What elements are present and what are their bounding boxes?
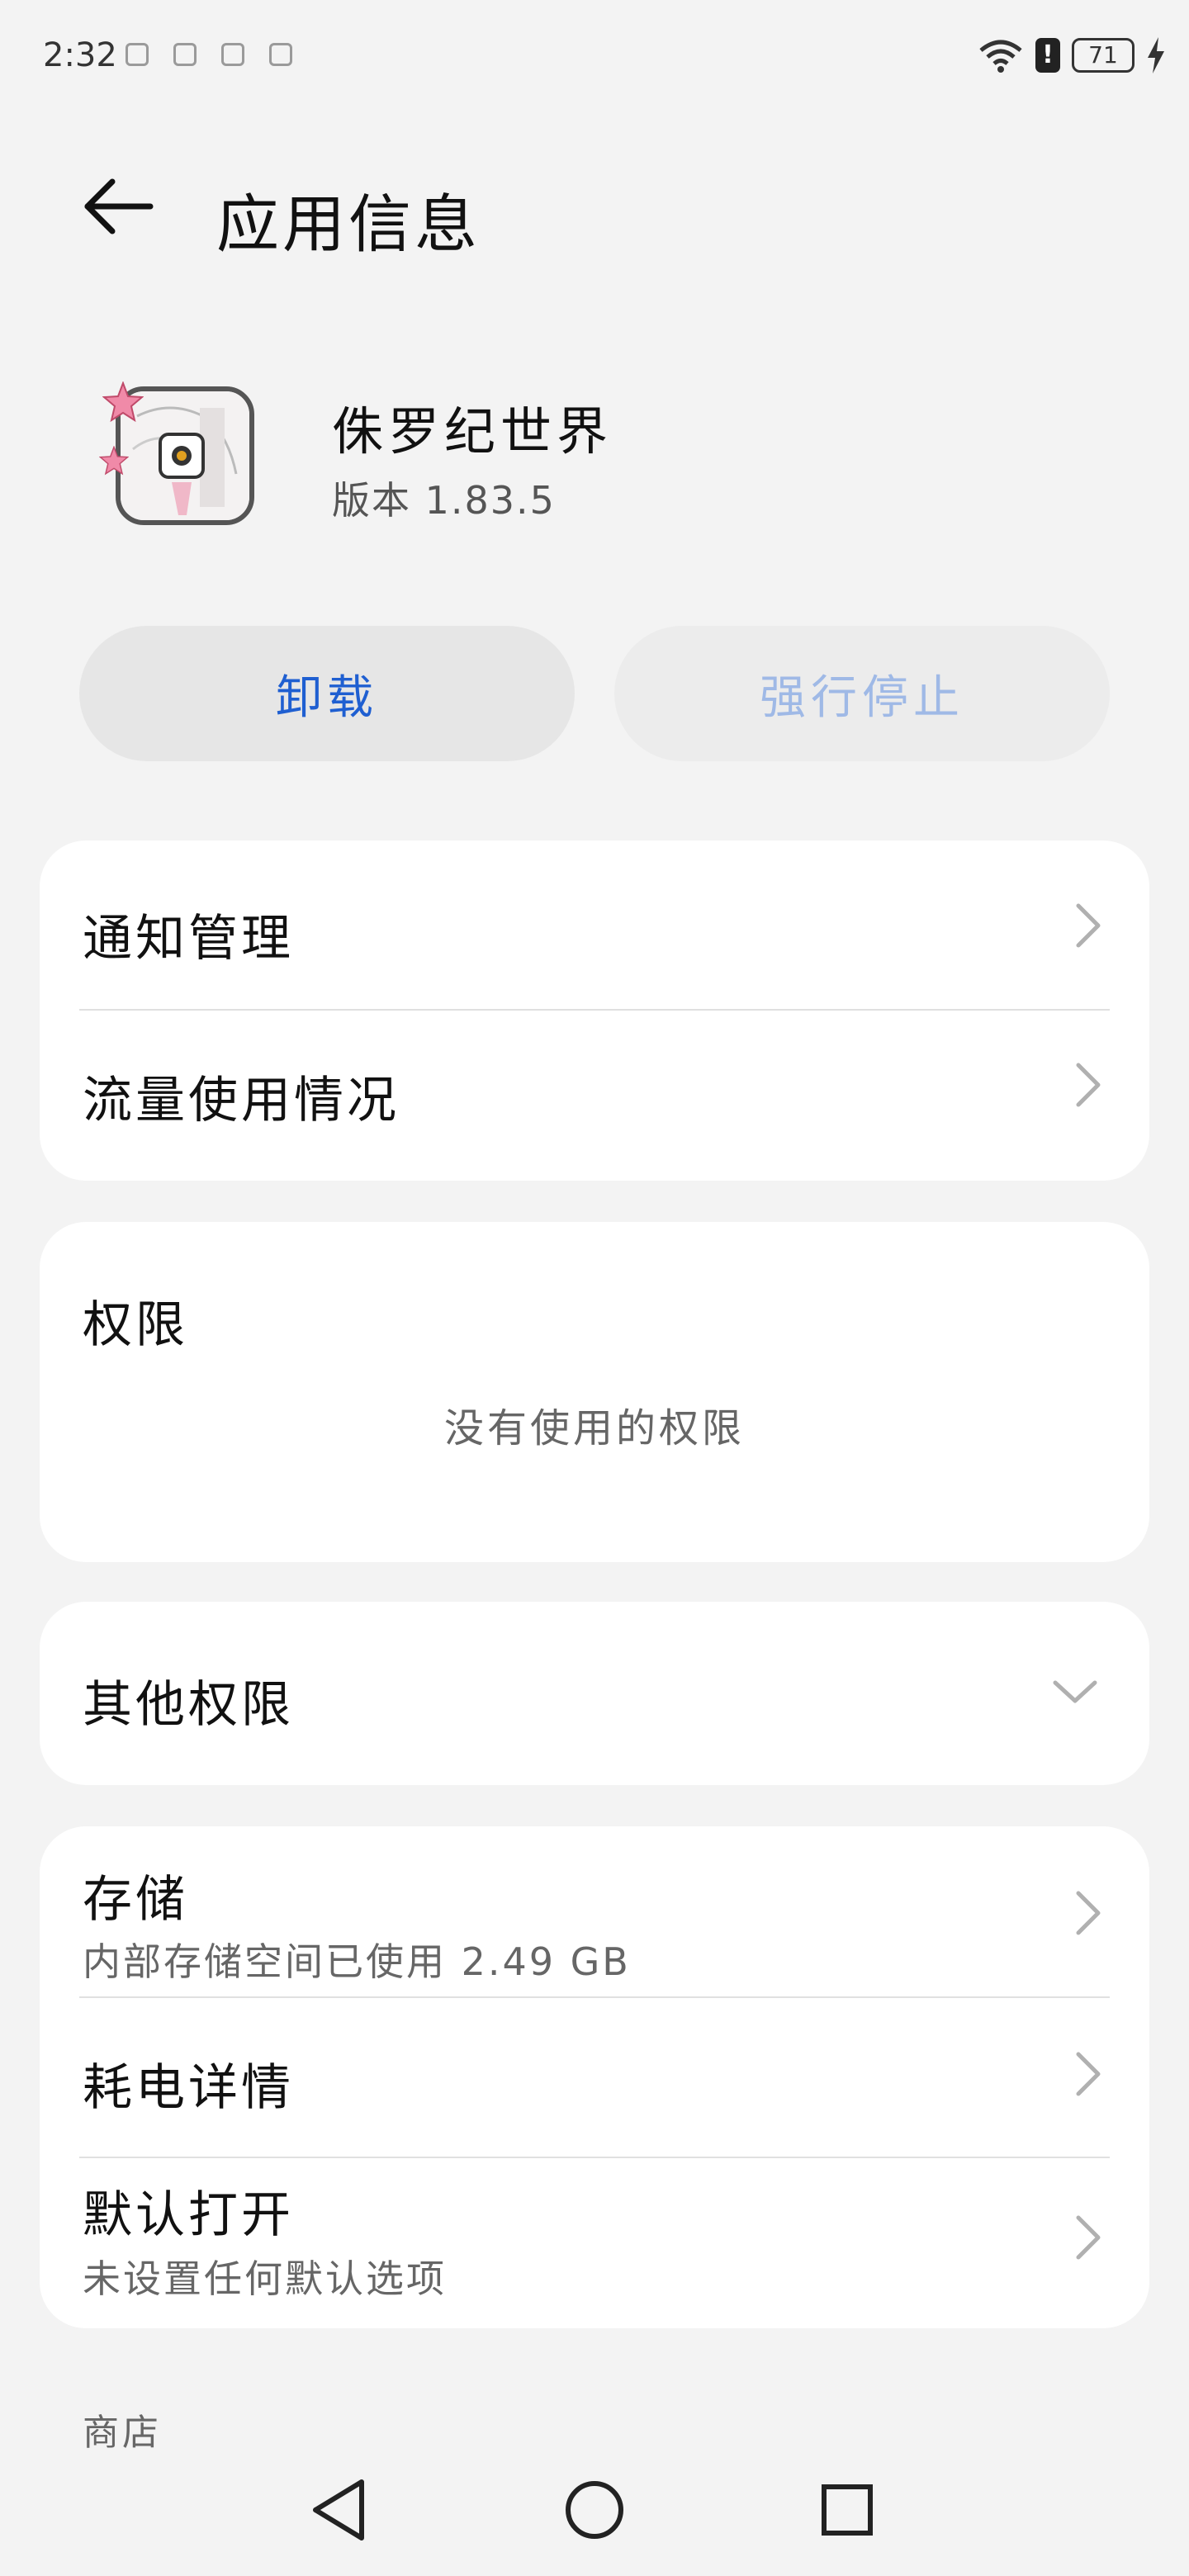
force-stop-button[interactable]: 强行停止 bbox=[614, 626, 1110, 761]
battery-icon: 71 bbox=[1072, 38, 1135, 73]
status-time: 2:32 bbox=[43, 36, 117, 74]
data-usage-row[interactable]: 流量使用情况 bbox=[40, 1011, 1149, 1181]
chevron-down-icon bbox=[1053, 1680, 1097, 1703]
back-button[interactable] bbox=[79, 165, 162, 248]
chevron-right-icon bbox=[1076, 903, 1101, 948]
default-open-title: 默认打开 bbox=[83, 2186, 294, 2244]
alert-icon: ! bbox=[1035, 38, 1060, 73]
app-version: 版本 1.83.5 bbox=[332, 478, 556, 523]
status-bar: 2:32 ! 71 bbox=[0, 0, 1189, 107]
chevron-right-icon bbox=[1076, 2215, 1101, 2260]
star-decoration-icon bbox=[99, 446, 129, 476]
storage-row[interactable]: 存储 内部存储空间已使用 2.49 GB bbox=[40, 1826, 1149, 1996]
notification-icon bbox=[269, 43, 292, 66]
nav-back-icon[interactable] bbox=[299, 2469, 381, 2551]
other-permissions-label: 其他权限 bbox=[83, 1676, 294, 1734]
default-open-row[interactable]: 默认打开 未设置任何默认选项 bbox=[40, 2158, 1149, 2328]
chevron-right-icon bbox=[1076, 1891, 1101, 1935]
app-name: 侏罗纪世界 bbox=[332, 401, 613, 462]
storage-usage-text: 内部存储空间已使用 2.49 GB bbox=[83, 1939, 631, 1984]
status-icons: ! 71 bbox=[978, 35, 1166, 76]
charging-icon bbox=[1148, 37, 1164, 73]
notification-icon bbox=[126, 43, 149, 66]
nav-home-icon[interactable] bbox=[553, 2469, 636, 2551]
storage-card: 存储 内部存储空间已使用 2.49 GB 耗电详情 默认打开 未设置任何默认选项 bbox=[40, 1826, 1149, 2328]
storage-title: 存储 bbox=[83, 1871, 188, 1929]
other-permissions-card[interactable]: 其他权限 bbox=[40, 1602, 1149, 1785]
header: 应用信息 bbox=[0, 140, 1189, 272]
notification-icon bbox=[221, 43, 244, 66]
notification-management-row[interactable]: 通知管理 bbox=[40, 841, 1149, 1011]
data-usage-label: 流量使用情况 bbox=[83, 1072, 400, 1129]
nav-recents-icon[interactable] bbox=[806, 2469, 888, 2551]
battery-details-label: 耗电详情 bbox=[83, 2059, 294, 2117]
wifi-icon bbox=[979, 40, 1022, 73]
app-settings-card: 通知管理 流量使用情况 bbox=[40, 841, 1149, 1181]
permissions-empty-text: 没有使用的权限 bbox=[443, 1405, 745, 1451]
notification-icon bbox=[173, 43, 197, 66]
notification-management-label: 通知管理 bbox=[83, 910, 294, 968]
chevron-right-icon bbox=[1076, 2052, 1101, 2096]
battery-details-row[interactable]: 耗电详情 bbox=[40, 1998, 1149, 2157]
page-title: 应用信息 bbox=[216, 187, 481, 261]
uninstall-button[interactable]: 卸载 bbox=[79, 626, 575, 761]
navigation-bar bbox=[0, 2444, 1189, 2576]
star-decoration-icon bbox=[102, 381, 144, 423]
permissions-title: 权限 bbox=[83, 1296, 188, 1354]
default-open-sub: 未设置任何默认选项 bbox=[83, 2256, 447, 2301]
permissions-card: 权限 没有使用的权限 bbox=[40, 1222, 1149, 1562]
chevron-right-icon bbox=[1076, 1063, 1101, 1107]
back-arrow-icon bbox=[84, 178, 154, 234]
